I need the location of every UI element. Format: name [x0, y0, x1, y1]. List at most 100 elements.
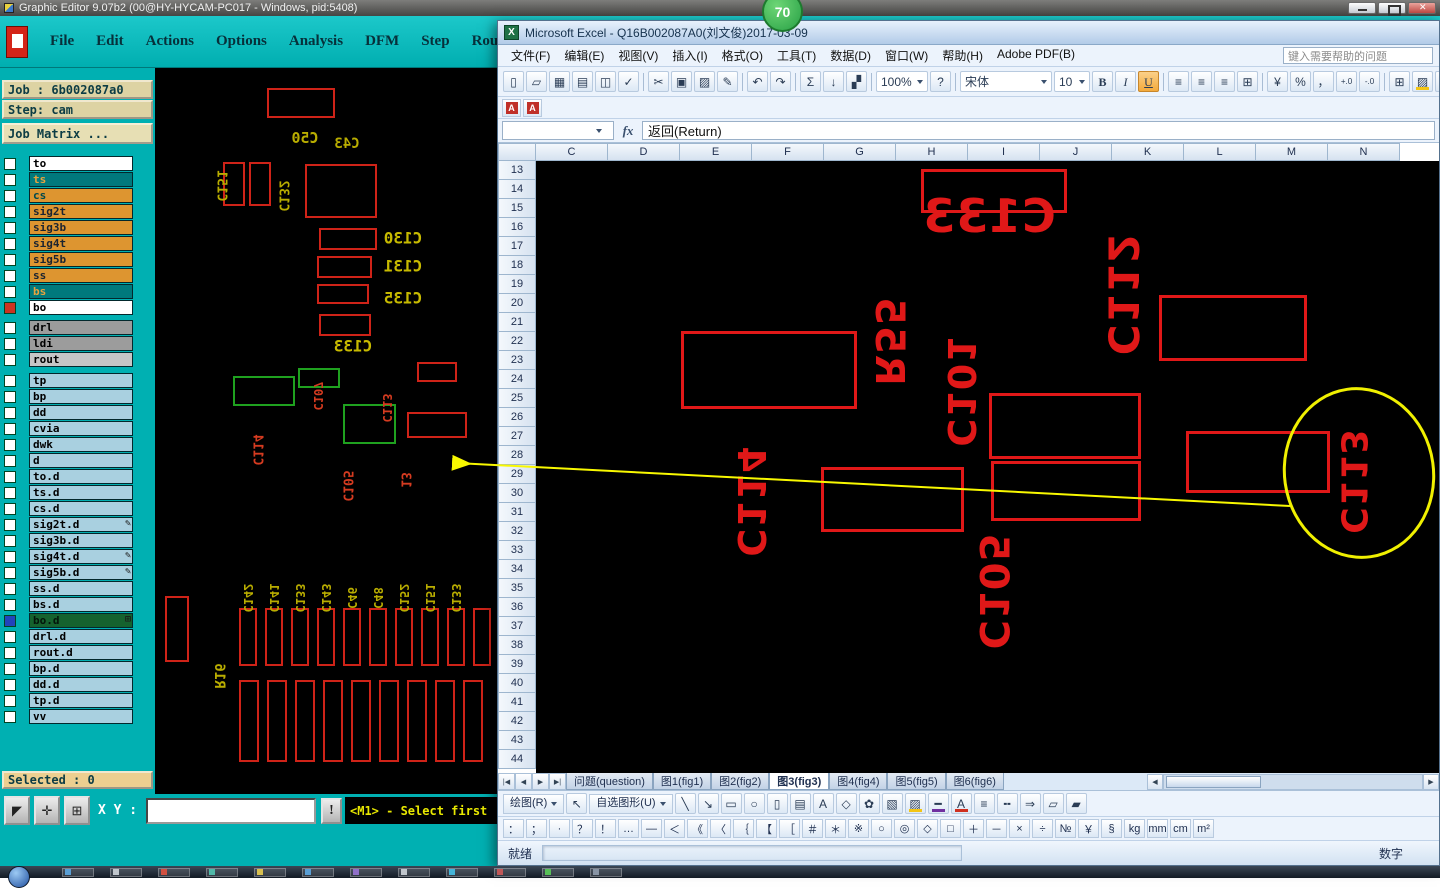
symbol-button-◎[interactable]: ◎: [894, 819, 915, 838]
italic-button[interactable]: I: [1115, 71, 1136, 92]
layer-name-drl.d[interactable]: drl.d: [29, 629, 133, 644]
wordart-icon[interactable]: A: [812, 793, 834, 814]
column-header-L[interactable]: L: [1184, 143, 1256, 161]
redo-icon[interactable]: ↷: [770, 71, 791, 92]
tab-nav-2[interactable]: ▶: [532, 773, 549, 790]
increase-decimal-icon[interactable]: +.0: [1336, 71, 1357, 92]
font-name-select[interactable]: 宋体: [960, 71, 1052, 92]
layer-checkbox-bo[interactable]: [4, 301, 16, 314]
sheet-tab-问题(question)[interactable]: 问题(question): [566, 773, 653, 790]
job-matrix-button[interactable]: Job Matrix ...: [2, 123, 153, 144]
sheet-tab-图4(fig4)[interactable]: 图4(fig4): [829, 773, 888, 790]
sheet-tab-图1(fig1)[interactable]: 图1(fig1): [652, 773, 712, 790]
row-header-25[interactable]: 25: [498, 389, 536, 408]
layer-checkbox-d[interactable]: [4, 454, 16, 467]
excel-menu-帮助(H)[interactable]: 帮助(H): [935, 45, 990, 66]
symbol-button-×[interactable]: ×: [1009, 819, 1030, 838]
select-objects-icon[interactable]: ↖: [566, 793, 588, 814]
layer-name-bo.d[interactable]: bo.d ⊞: [29, 613, 133, 628]
layer-name-cs[interactable]: cs: [29, 188, 133, 203]
cut-icon[interactable]: ✂: [648, 71, 669, 92]
column-header-C[interactable]: C: [536, 143, 608, 161]
layer-name-ss.d[interactable]: ss.d: [29, 581, 133, 596]
row-header-34[interactable]: 34: [498, 560, 536, 579]
autosum-icon[interactable]: Σ: [800, 71, 821, 92]
excel-menu-工具(T)[interactable]: 工具(T): [770, 45, 823, 66]
row-header-38[interactable]: 38: [498, 636, 536, 655]
zoom-select[interactable]: 100%: [876, 71, 928, 92]
excel-titlebar[interactable]: X Microsoft Excel - Q16B002087A0(刘文俊)201…: [498, 21, 1439, 45]
layer-name-to.d[interactable]: to.d: [29, 469, 133, 484]
taskbar-item-1[interactable]: [110, 867, 142, 877]
3d-style-icon[interactable]: ▰: [1065, 793, 1087, 814]
layer-checkbox-drl[interactable]: [4, 321, 16, 334]
column-header-E[interactable]: E: [680, 143, 752, 161]
close-icon[interactable]: [1408, 2, 1436, 14]
layer-name-sig4t[interactable]: sig4t: [29, 236, 133, 251]
symbol-button-？[interactable]: ？: [572, 819, 593, 838]
symbol-button-《[interactable]: 《: [687, 819, 708, 838]
symbol-button-！[interactable]: ！: [595, 819, 616, 838]
help-question-input[interactable]: 键入需要帮助的问题: [1283, 47, 1433, 64]
print-preview-icon[interactable]: ◫: [595, 71, 616, 92]
row-header-15[interactable]: 15: [498, 199, 536, 218]
align-center-icon[interactable]: ≡: [1191, 71, 1212, 92]
layer-checkbox-rout.d[interactable]: [4, 646, 16, 659]
layer-checkbox-bp.d[interactable]: [4, 662, 16, 675]
row-header-31[interactable]: 31: [498, 503, 536, 522]
layer-name-dd.d[interactable]: dd.d: [29, 677, 133, 692]
layer-checkbox-tp.d[interactable]: [4, 694, 16, 707]
layer-name-d[interactable]: d: [29, 453, 133, 468]
symbol-button-：[interactable]: ：: [503, 819, 524, 838]
insert-picture-icon[interactable]: ▧: [881, 793, 903, 814]
ge-menu-options[interactable]: Options: [216, 33, 267, 50]
row-header-19[interactable]: 19: [498, 275, 536, 294]
layer-checkbox-sig3b[interactable]: [4, 221, 16, 234]
windows-start-icon[interactable]: [8, 866, 30, 888]
ge-menu-actions[interactable]: Actions: [146, 33, 194, 50]
taskbar-item-0[interactable]: [62, 867, 94, 877]
row-header-28[interactable]: 28: [498, 446, 536, 465]
layer-name-vv[interactable]: vv: [29, 709, 133, 724]
symbol-button-mm[interactable]: mm: [1147, 819, 1168, 838]
percent-icon[interactable]: %: [1290, 71, 1311, 92]
layer-checkbox-ss[interactable]: [4, 269, 16, 282]
layer-name-sig3b.d[interactable]: sig3b.d: [29, 533, 133, 548]
ge-menu-dfm[interactable]: DFM: [365, 33, 399, 50]
layer-checkbox-sig2t.d[interactable]: [4, 518, 16, 531]
dash-style-icon[interactable]: ╍: [996, 793, 1018, 814]
row-header-44[interactable]: 44: [498, 750, 536, 769]
taskbar-item-8[interactable]: [446, 867, 478, 877]
scroll-right-icon[interactable]: ▶: [1423, 773, 1439, 790]
layer-name-ss[interactable]: ss: [29, 268, 133, 283]
column-header-H[interactable]: H: [896, 143, 968, 161]
row-header-42[interactable]: 42: [498, 712, 536, 731]
layer-name-ts[interactable]: ts: [29, 172, 133, 187]
layer-name-drl[interactable]: drl: [29, 320, 133, 335]
ge-menu-file[interactable]: File: [50, 33, 74, 50]
adobe-pdf-create-icon[interactable]: A: [502, 98, 521, 117]
layer-name-sig5b[interactable]: sig5b: [29, 252, 133, 267]
help-icon[interactable]: ?: [930, 71, 951, 92]
layer-name-sig5b.d[interactable]: sig5b.d ✎: [29, 565, 133, 580]
taskbar-item-5[interactable]: [302, 867, 334, 877]
layer-checkbox-bo.d[interactable]: [4, 614, 16, 627]
shadow-style-icon[interactable]: ▱: [1042, 793, 1064, 814]
taskbar-item-10[interactable]: [542, 867, 574, 877]
layer-name-sig2t.d[interactable]: sig2t.d ✎: [29, 517, 133, 532]
layer-checkbox-sig4t[interactable]: [4, 237, 16, 250]
currency-icon[interactable]: ¥: [1267, 71, 1288, 92]
layer-checkbox-ts[interactable]: [4, 173, 16, 186]
layer-name-sig4t.d[interactable]: sig4t.d ✎: [29, 549, 133, 564]
row-header-23[interactable]: 23: [498, 351, 536, 370]
layer-checkbox-cvia[interactable]: [4, 422, 16, 435]
symbol-button-￥[interactable]: ￥: [1078, 819, 1099, 838]
xy-coordinate-input[interactable]: [146, 798, 316, 824]
layer-name-sig3b[interactable]: sig3b: [29, 220, 133, 235]
line-color-icon[interactable]: ━: [927, 793, 949, 814]
clip-art-icon[interactable]: ✿: [858, 793, 880, 814]
layer-checkbox-dd[interactable]: [4, 406, 16, 419]
paste-icon[interactable]: ▨: [694, 71, 715, 92]
ge-file-icon[interactable]: [6, 25, 28, 58]
symbol-button-□[interactable]: □: [940, 819, 961, 838]
